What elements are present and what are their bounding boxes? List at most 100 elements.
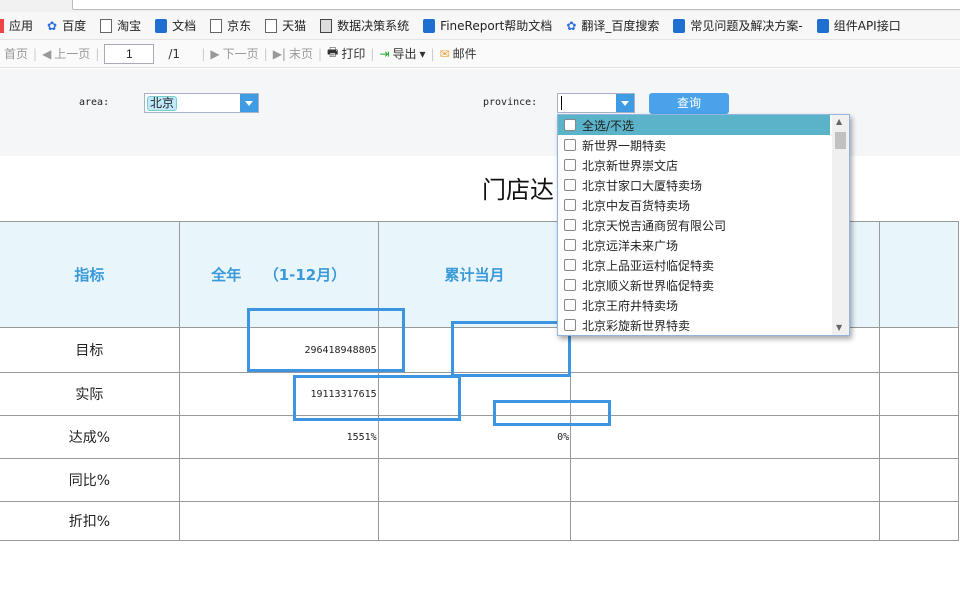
next-label: 下一页 — [222, 47, 259, 61]
checkbox[interactable] — [564, 319, 576, 331]
chevron-down-icon[interactable] — [616, 94, 634, 112]
bookmark-api[interactable]: 组件API接口 — [816, 17, 901, 34]
bookmark-label: 文档 — [172, 19, 197, 33]
prev-page-button[interactable]: ◀ 上一页 — [38, 45, 94, 62]
list-item[interactable]: 北京天悦吉通商贸有限公司 — [558, 215, 830, 235]
bookmark-jd[interactable]: 京东 — [210, 17, 251, 34]
list-item[interactable]: 北京中友百货特卖场 — [558, 195, 830, 215]
cell — [878, 458, 960, 502]
bookmark-fr-help[interactable]: FineReport帮助文档 — [423, 17, 552, 34]
province-combo[interactable] — [557, 93, 635, 113]
option-label: 北京远洋未来广场 — [582, 238, 679, 253]
list-item[interactable]: 北京上品亚运村临促特卖 — [558, 255, 830, 275]
bookmark-label: 组件API接口 — [833, 19, 901, 33]
page-icon — [100, 18, 113, 33]
baidu-paw-icon: ✿ — [47, 18, 58, 33]
bookmark-label: 天猫 — [282, 19, 307, 33]
table-row: 实际 19113317615 — [0, 372, 960, 416]
bookmark-apps[interactable]: 应用 — [0, 17, 33, 34]
highlight-box — [293, 375, 461, 421]
last-label: 末页 — [288, 47, 313, 61]
province-input[interactable] — [561, 96, 562, 110]
first-page-button[interactable]: 首页 — [0, 45, 32, 62]
area-label: area: — [79, 97, 110, 108]
checkbox[interactable] — [564, 279, 576, 291]
next-icon: ▶ — [210, 46, 220, 61]
mail-button[interactable]: ✉ 邮件 — [436, 45, 481, 62]
checkbox[interactable] — [564, 119, 576, 131]
bookmark-taobao[interactable]: 淘宝 — [100, 17, 141, 34]
prev-label: 上一页 — [54, 47, 91, 61]
option-label: 北京王府井特卖场 — [582, 298, 679, 313]
apps-icon — [0, 18, 4, 33]
month-value — [377, 501, 572, 541]
checkbox[interactable] — [564, 239, 576, 251]
print-label: 打印 — [341, 47, 366, 61]
table-row: 折扣% — [0, 501, 960, 541]
scroll-down-icon[interactable]: ▼ — [836, 323, 842, 332]
cell — [570, 501, 880, 541]
list-item[interactable]: 北京新世界崇文店 — [558, 155, 830, 175]
bookmark-baidu[interactable]: ✿ 百度 — [47, 17, 86, 34]
url-input[interactable] — [72, 0, 960, 10]
bookmark-label: 应用 — [9, 19, 34, 33]
decision-icon — [320, 18, 333, 33]
bookmark-label: FineReport帮助文档 — [440, 19, 553, 33]
cell — [878, 501, 960, 541]
prev-icon: ◀ — [42, 46, 52, 61]
area-combo[interactable]: 北京 — [144, 93, 259, 113]
option-label: 北京顺义新世界临促特卖 — [582, 278, 715, 293]
export-label: 导出 — [392, 47, 417, 61]
checkbox[interactable] — [564, 259, 576, 271]
dropdown-scrollbar[interactable]: ▲ ▼ — [832, 115, 849, 335]
export-button[interactable]: ⇥ 导出 ▾ — [375, 45, 429, 62]
bookmarks-bar: 应用 ✿ 百度 淘宝 文档 京东 天猫 数据决策系统 FineReport帮助文档… — [0, 12, 960, 40]
checkbox[interactable] — [564, 199, 576, 211]
page-number-input[interactable] — [104, 43, 155, 64]
table-row: 同比% — [0, 458, 960, 502]
list-item[interactable]: 北京彩旋新世界特卖 — [558, 315, 830, 335]
list-item[interactable]: 北京远洋未来广场 — [558, 235, 830, 255]
option-select-all[interactable]: 全选/不选 — [558, 115, 830, 135]
list-item[interactable]: 北京顺义新世界临促特卖 — [558, 275, 830, 295]
bookmark-label: 数据决策系统 — [337, 19, 410, 33]
printer-icon: 🖶 — [327, 45, 339, 59]
header-indicator: 指标 — [0, 221, 180, 328]
cell — [570, 415, 880, 459]
row-label: 目标 — [0, 327, 180, 373]
row-label: 同比% — [0, 458, 180, 502]
checkbox[interactable] — [564, 159, 576, 171]
caret-down-icon: ▾ — [419, 46, 426, 61]
print-button[interactable]: 🖶 打印 — [323, 43, 369, 64]
list-item[interactable]: 新世界一期特卖 — [558, 135, 830, 155]
next-page-button[interactable]: ▶ 下一页 — [206, 45, 262, 62]
checkbox[interactable] — [564, 299, 576, 311]
row-label: 达成% — [0, 415, 180, 459]
header-cell — [878, 221, 960, 328]
row-label: 实际 — [0, 372, 180, 416]
table-row: 达成% 1551% 0% — [0, 415, 960, 459]
checkbox[interactable] — [564, 139, 576, 151]
option-label: 北京新世界崇文店 — [582, 158, 679, 173]
bookmark-decision[interactable]: 数据决策系统 — [320, 17, 409, 34]
bookmark-label: 淘宝 — [117, 19, 142, 33]
year-value — [178, 458, 379, 502]
mail-label: 邮件 — [452, 47, 477, 61]
bookmark-tmall[interactable]: 天猫 — [265, 17, 306, 34]
query-button[interactable]: 查询 — [649, 93, 729, 114]
checkbox[interactable] — [564, 179, 576, 191]
highlight-box — [493, 400, 611, 426]
province-label: province: — [483, 97, 538, 108]
last-icon: ▶| — [272, 46, 286, 61]
bookmark-translate[interactable]: ✿ 翻译_百度搜索 — [566, 17, 659, 34]
list-item[interactable]: 北京王府井特卖场 — [558, 295, 830, 315]
bookmark-faq[interactable]: 常见问题及解决方案- — [673, 17, 803, 34]
scroll-up-icon[interactable]: ▲ — [836, 117, 842, 126]
bookmark-docs[interactable]: 文档 — [155, 17, 196, 34]
last-page-button[interactable]: ▶| 末页 — [269, 45, 317, 62]
month-value — [377, 458, 572, 502]
checkbox[interactable] — [564, 219, 576, 231]
chevron-down-icon[interactable] — [240, 94, 258, 112]
list-item[interactable]: 北京甘家口大厦特卖场 — [558, 175, 830, 195]
scrollbar-thumb[interactable] — [835, 132, 846, 149]
